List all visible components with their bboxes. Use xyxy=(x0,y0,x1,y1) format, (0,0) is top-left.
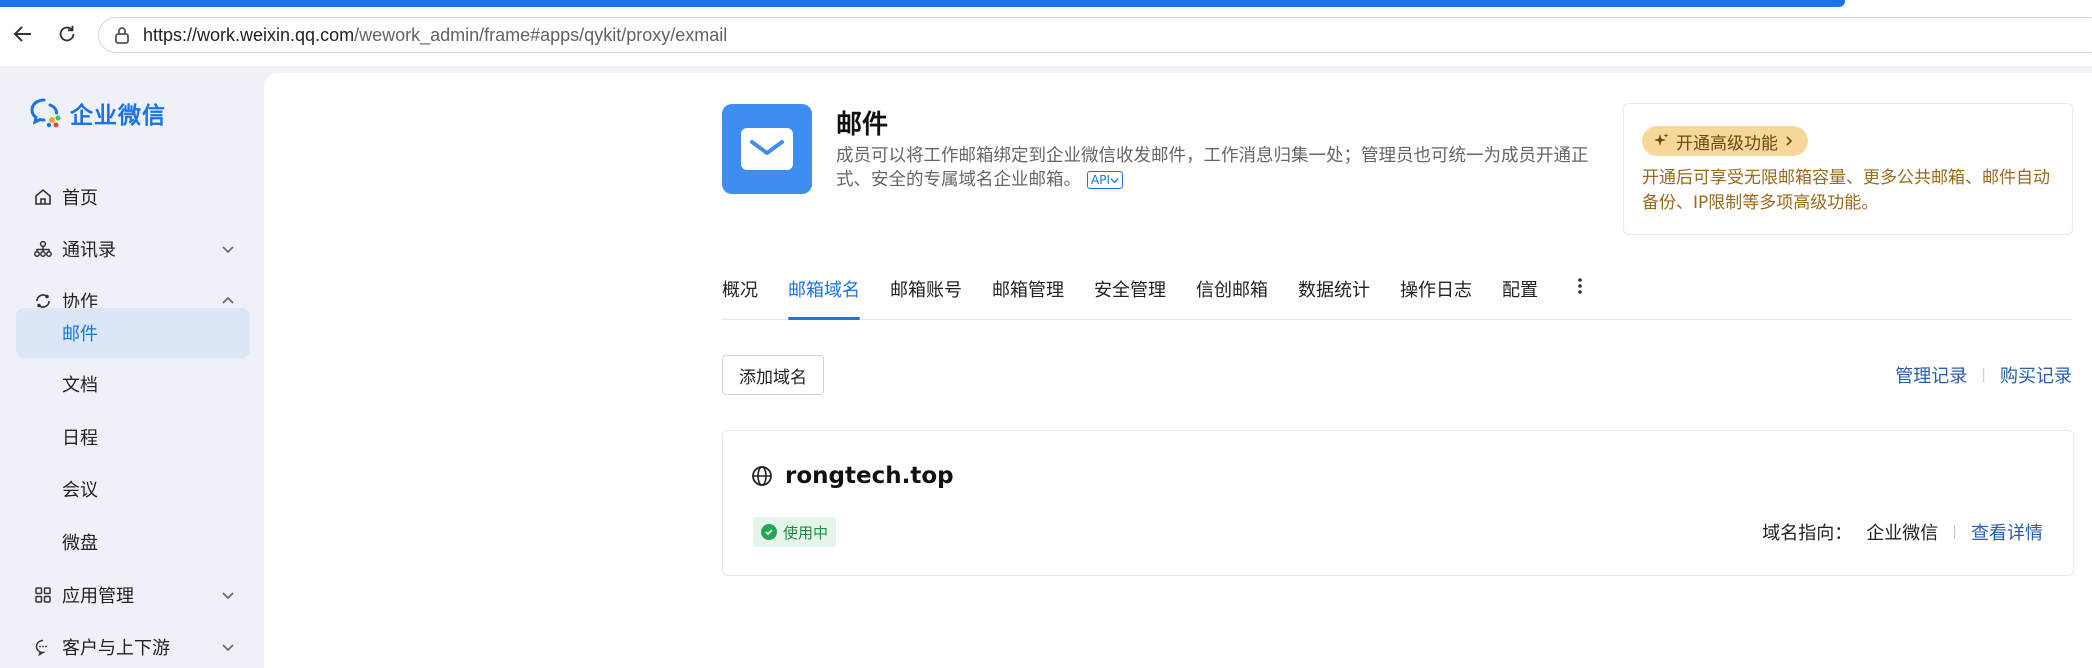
tab-bar: 概况 邮箱域名 邮箱账号 邮箱管理 安全管理 信创邮箱 数据统计 操作日志 配置 xyxy=(722,264,2072,320)
sidebar-item-label: 日程 xyxy=(62,428,98,449)
tab-label: 信创邮箱 xyxy=(1196,280,1268,301)
tab-accounts[interactable]: 邮箱账号 xyxy=(890,264,962,320)
check-circle-icon xyxy=(761,524,777,540)
domain-pointing-value: 企业微信 xyxy=(1866,523,1939,544)
sidebar-item-drive[interactable]: 微盘 xyxy=(16,518,250,566)
sidebar-item-label: 微盘 xyxy=(62,533,98,554)
api-badge[interactable]: API xyxy=(1087,171,1123,189)
tab-domains[interactable]: 邮箱域名 xyxy=(788,264,860,320)
tab-label: 邮箱账号 xyxy=(890,280,962,301)
view-details-link[interactable]: 查看详情 xyxy=(1971,519,2043,545)
sidebar: 企业微信 首页 通讯录 协作 邮件 文档 日程 会议 微盘 应用管理 客户与上下… xyxy=(0,66,264,668)
purchase-records-link[interactable]: 购买记录 xyxy=(2000,362,2072,388)
mail-app-icon xyxy=(722,104,812,194)
upgrade-button[interactable]: 开通高级功能 xyxy=(1642,126,1808,156)
org-chart-icon xyxy=(32,238,54,260)
tab-xinchuang-mail[interactable]: 信创邮箱 xyxy=(1196,264,1268,320)
sidebar-item-app-management[interactable]: 应用管理 xyxy=(16,571,250,619)
home-icon xyxy=(32,186,54,208)
manage-records-link[interactable]: 管理记录 xyxy=(1895,362,1967,388)
status-label: 使用中 xyxy=(783,523,829,542)
chevron-down-icon[interactable] xyxy=(218,637,238,657)
domain-header: rongtech.top xyxy=(751,463,954,489)
divider: | xyxy=(1952,524,1957,540)
logo-text: 企业微信 xyxy=(70,103,166,129)
sidebar-item-customers[interactable]: 客户与上下游 xyxy=(16,623,250,668)
tab-label: 邮箱管理 xyxy=(992,280,1064,301)
tab-security[interactable]: 安全管理 xyxy=(1094,264,1166,320)
sidebar-item-label: 通讯录 xyxy=(62,240,116,261)
more-vertical-icon[interactable] xyxy=(1568,264,1592,320)
sparkle-icon xyxy=(1654,133,1669,146)
logo[interactable]: 企业微信 xyxy=(28,96,166,130)
upgrade-promo-card: 开通高级功能 开通后可享受无限邮箱容量、更多公共邮箱、邮件自动备份、IP限制等多… xyxy=(1623,103,2073,235)
app-description-text: 成员可以将工作邮箱绑定到企业微信收发邮件，工作消息归集一处；管理员也可统一为成员… xyxy=(836,146,1589,190)
chat-icon xyxy=(32,636,54,658)
address-bar[interactable]: https://work.weixin.qq.com/wework_admin/… xyxy=(98,17,2092,53)
sidebar-item-label: 邮件 xyxy=(62,324,98,345)
sidebar-item-mail[interactable]: 邮件 xyxy=(16,308,250,358)
domain-name: rongtech.top xyxy=(785,463,954,489)
record-links: 管理记录 | 购买记录 xyxy=(1895,362,2072,388)
upgrade-button-label: 开通高级功能 xyxy=(1676,133,1778,154)
chevron-down-icon[interactable] xyxy=(218,585,238,605)
tab-label: 安全管理 xyxy=(1094,280,1166,301)
upgrade-promo-text: 开通后可享受无限邮箱容量、更多公共邮箱、邮件自动备份、IP限制等多项高级功能。 xyxy=(1642,168,2050,213)
tab-label: 概况 xyxy=(722,280,758,301)
tab-label: 数据统计 xyxy=(1298,280,1370,301)
add-domain-button[interactable]: 添加域名 xyxy=(722,355,824,395)
browser-tab-strip xyxy=(0,0,1845,7)
chevron-down-icon[interactable] xyxy=(218,239,238,259)
domain-meta: 域名指向： 企业微信 | 查看详情 xyxy=(1762,519,2043,545)
url-host: https://work.weixin.qq.com xyxy=(143,24,355,45)
divider: | xyxy=(1981,367,1986,383)
page-title: 邮件 xyxy=(836,110,889,140)
tab-mailbox-management[interactable]: 邮箱管理 xyxy=(992,264,1064,320)
back-icon[interactable] xyxy=(8,19,38,49)
chevron-down-icon xyxy=(1110,177,1119,183)
wecom-logo-icon xyxy=(30,98,61,128)
sidebar-item-home[interactable]: 首页 xyxy=(16,173,250,221)
sidebar-item-docs[interactable]: 文档 xyxy=(16,360,250,408)
tab-label: 配置 xyxy=(1502,280,1538,301)
domain-card: rongtech.top 使用中 域名指向： 企业微信 | 查看详情 xyxy=(722,430,2074,576)
tab-operation-log[interactable]: 操作日志 xyxy=(1400,264,1472,320)
url-text: https://work.weixin.qq.com/wework_admin/… xyxy=(143,25,727,46)
tab-settings[interactable]: 配置 xyxy=(1502,264,1538,320)
browser-toolbar: https://work.weixin.qq.com/wework_admin/… xyxy=(0,7,2092,66)
domain-pointing-label: 域名指向： xyxy=(1762,523,1853,544)
app-description: 成员可以将工作邮箱绑定到企业微信收发邮件，工作消息归集一处；管理员也可统一为成员… xyxy=(836,144,1596,192)
api-badge-label: API xyxy=(1091,173,1110,187)
tab-overview[interactable]: 概况 xyxy=(722,264,758,320)
sidebar-item-contacts[interactable]: 通讯录 xyxy=(16,225,250,273)
tab-label: 操作日志 xyxy=(1400,280,1472,301)
sidebar-item-meeting[interactable]: 会议 xyxy=(16,465,250,513)
globe-icon xyxy=(752,466,772,486)
sidebar-item-label: 会议 xyxy=(62,480,98,501)
tab-label: 邮箱域名 xyxy=(788,280,860,301)
url-path: /wework_admin/frame#apps/qykit/proxy/exm… xyxy=(354,24,728,45)
sidebar-item-label: 客户与上下游 xyxy=(62,638,170,659)
status-badge: 使用中 xyxy=(753,517,837,547)
sidebar-item-label: 首页 xyxy=(62,188,98,209)
reload-icon[interactable] xyxy=(52,19,82,49)
tab-statistics[interactable]: 数据统计 xyxy=(1298,264,1370,320)
sidebar-item-calendar[interactable]: 日程 xyxy=(16,413,250,461)
sidebar-item-label: 文档 xyxy=(62,375,98,396)
chevron-right-icon xyxy=(1786,136,1793,146)
site-info-icon[interactable] xyxy=(111,24,133,46)
sidebar-item-label: 应用管理 xyxy=(62,586,134,607)
apps-grid-icon xyxy=(32,584,54,606)
